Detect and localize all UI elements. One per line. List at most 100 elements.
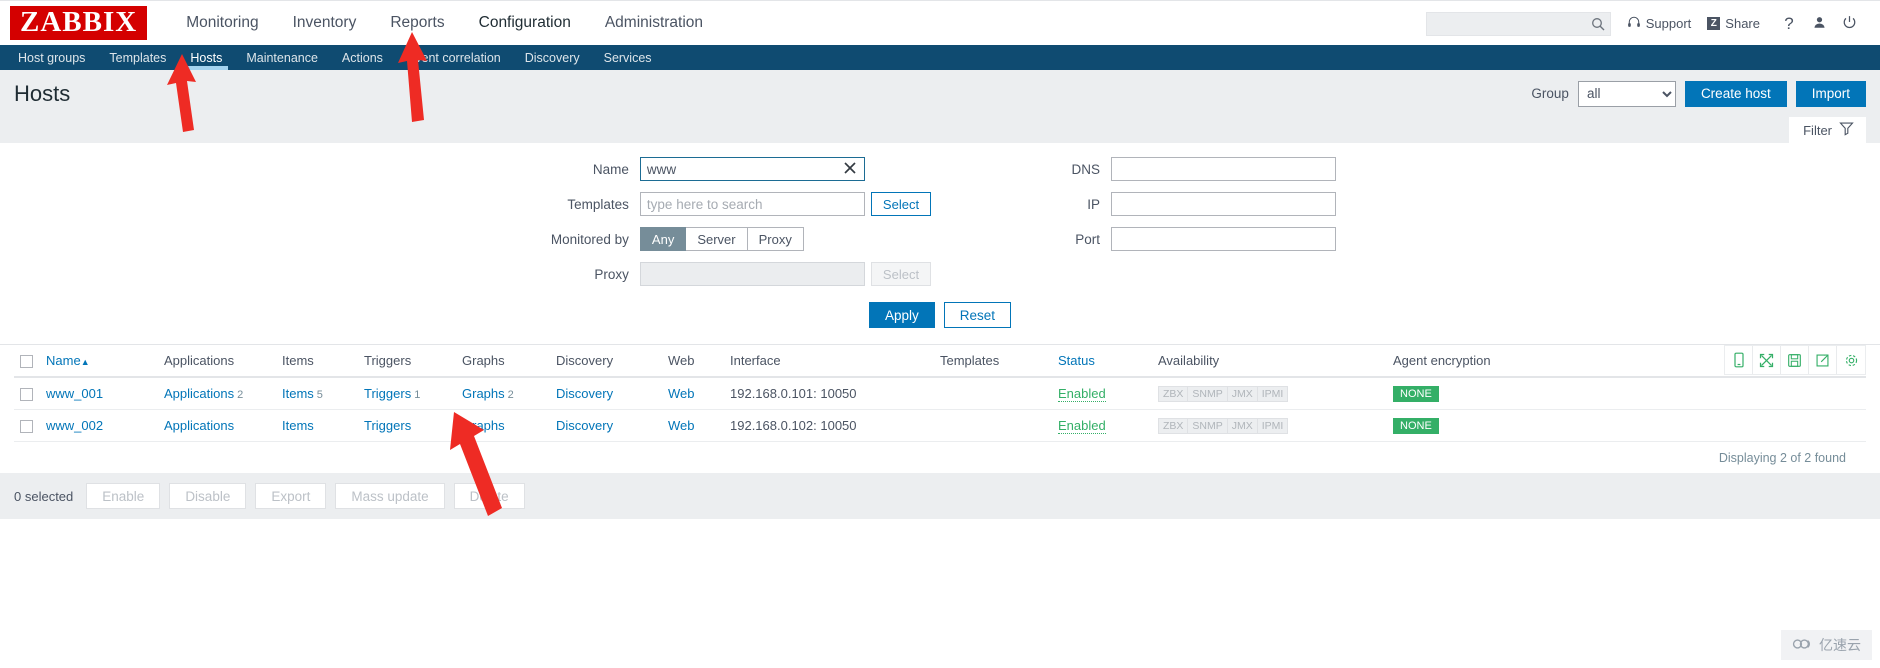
row-status-cell: Enabled xyxy=(1052,377,1152,411)
sub-navigation: Host groups Templates Hosts Maintenance … xyxy=(0,45,1880,70)
filter-port-input[interactable] xyxy=(1111,227,1337,251)
graphs-link[interactable]: Graphs xyxy=(462,418,505,433)
row-discovery-cell: Discovery xyxy=(550,409,662,443)
main-nav-administration[interactable]: Administration xyxy=(588,10,720,36)
subnav-discovery[interactable]: Discovery xyxy=(513,45,592,70)
filter-name-input[interactable] xyxy=(639,157,865,181)
search-icon xyxy=(1591,17,1605,31)
row-web-cell: Web xyxy=(662,377,724,411)
encryption-badge: NONE xyxy=(1393,386,1439,403)
filter-dns-input[interactable] xyxy=(1111,157,1337,181)
monitored-by-any[interactable]: Any xyxy=(639,227,687,251)
fullscreen-icon-button[interactable] xyxy=(1753,346,1781,374)
import-button[interactable]: Import xyxy=(1795,80,1866,107)
web-link[interactable]: Web xyxy=(668,418,695,433)
share-link[interactable]: Z Share xyxy=(1707,16,1760,31)
enable-button[interactable]: Enable xyxy=(86,483,161,510)
templates-select-button[interactable]: Select xyxy=(870,192,932,216)
triggers-link[interactable]: Triggers xyxy=(364,418,411,433)
subnav-templates[interactable]: Templates xyxy=(97,45,178,70)
subnav-event-correlation[interactable]: Event correlation xyxy=(395,45,513,70)
clear-name-icon[interactable] xyxy=(842,160,858,176)
create-host-button[interactable]: Create host xyxy=(1684,80,1787,107)
row-checkbox[interactable] xyxy=(20,420,33,434)
mass-update-button[interactable]: Mass update xyxy=(335,483,445,510)
items-link[interactable]: Items xyxy=(282,418,314,433)
disable-button[interactable]: Disable xyxy=(169,483,247,510)
badge-snmp: SNMP xyxy=(1187,417,1228,434)
global-search[interactable] xyxy=(1425,11,1611,36)
triggers-link[interactable]: Triggers xyxy=(364,386,411,401)
row-applications-cell: Applications xyxy=(158,409,276,443)
applications-link[interactable]: Applications xyxy=(164,418,234,433)
displaying-count: Displaying 2 of 2 found xyxy=(1718,451,1846,466)
help-button[interactable]: ? xyxy=(1776,11,1802,37)
apply-button[interactable]: Apply xyxy=(868,302,935,328)
hosts-table-head: Name▲ Applications Items Triggers Graphs… xyxy=(14,345,1866,379)
group-filter-select[interactable]: all xyxy=(1577,80,1676,107)
filter-monitored-by-label: Monitored by xyxy=(550,231,629,247)
gear-icon-button[interactable] xyxy=(1837,346,1865,374)
status-link[interactable]: Enabled xyxy=(1058,386,1106,403)
subnav-maintenance[interactable]: Maintenance xyxy=(234,45,330,70)
kiosk-icon-button[interactable] xyxy=(1725,346,1753,374)
top-header: ZABBIX Monitoring Inventory Reports Conf… xyxy=(0,0,1880,45)
host-name-link[interactable]: www_002 xyxy=(46,418,103,433)
filter-row-dns: DNS xyxy=(1001,157,1337,181)
host-name-link[interactable]: www_001 xyxy=(46,386,103,401)
graphs-link[interactable]: Graphs xyxy=(462,386,505,401)
items-count: 5 xyxy=(316,389,323,402)
subnav-services[interactable]: Services xyxy=(592,45,664,70)
row-graphs-cell: Graphs 2 xyxy=(456,377,550,411)
filter-ip-label: IP xyxy=(1087,196,1101,212)
signout-button[interactable] xyxy=(1836,11,1862,37)
search-input[interactable] xyxy=(1426,12,1610,35)
main-nav-inventory[interactable]: Inventory xyxy=(276,10,374,36)
filter-dns-label: DNS xyxy=(1071,161,1101,177)
user-profile-button[interactable] xyxy=(1806,11,1832,37)
save-icon xyxy=(1788,353,1801,367)
select-all-checkbox[interactable] xyxy=(20,355,33,369)
status-link[interactable]: Enabled xyxy=(1058,418,1106,435)
triggers-count: 1 xyxy=(414,389,421,402)
items-link[interactable]: Items xyxy=(282,386,314,401)
monitored-by-proxy[interactable]: Proxy xyxy=(747,227,804,251)
col-name-sort-link[interactable]: Name▲ xyxy=(46,353,90,368)
kiosk-icon xyxy=(1733,352,1744,368)
filter-funnel-icon xyxy=(1839,121,1854,139)
discovery-link[interactable]: Discovery xyxy=(556,386,613,401)
row-applications-cell: Applications 2 xyxy=(158,377,276,411)
export-button[interactable]: Export xyxy=(255,483,327,510)
row-templates-cell xyxy=(934,409,1052,443)
reset-button[interactable]: Reset xyxy=(943,302,1012,328)
zabbix-logo[interactable]: ZABBIX xyxy=(10,5,148,41)
col-templates: Templates xyxy=(934,345,1052,379)
row-checkbox[interactable] xyxy=(20,388,33,402)
subnav-hosts[interactable]: Hosts xyxy=(178,45,234,70)
availability-badges: ZBX SNMP JMX IPMI xyxy=(1158,417,1381,434)
badge-zbx: ZBX xyxy=(1158,417,1189,434)
save-icon-button[interactable] xyxy=(1781,346,1809,374)
main-nav-reports[interactable]: Reports xyxy=(373,10,461,36)
col-status-sort-link[interactable]: Status xyxy=(1058,353,1095,368)
support-link[interactable]: Support xyxy=(1627,15,1691,32)
row-interface-cell: 192.168.0.102: 10050 xyxy=(724,409,934,443)
table-row: www_002 Applications Items Triggers Grap… xyxy=(14,409,1866,443)
delete-button[interactable]: Delete xyxy=(453,483,525,510)
web-link[interactable]: Web xyxy=(668,386,695,401)
subnav-host-groups[interactable]: Host groups xyxy=(6,45,97,70)
export-icon-button[interactable] xyxy=(1809,346,1837,374)
monitored-by-server[interactable]: Server xyxy=(686,227,748,251)
filter-ip-input[interactable] xyxy=(1111,192,1337,216)
watermark: 亿速云 xyxy=(1781,630,1872,660)
filter-tab[interactable]: Filter xyxy=(1789,117,1866,143)
discovery-link[interactable]: Discovery xyxy=(556,418,613,433)
main-nav-configuration[interactable]: Configuration xyxy=(462,10,588,36)
applications-link[interactable]: Applications xyxy=(164,386,234,401)
filter-templates-input[interactable] xyxy=(639,192,865,216)
user-icon xyxy=(1812,15,1827,33)
selected-count-label: 0 selected xyxy=(14,488,74,504)
main-nav-monitoring[interactable]: Monitoring xyxy=(169,10,275,36)
subnav-actions[interactable]: Actions xyxy=(330,45,395,70)
badge-jmx: JMX xyxy=(1226,385,1258,402)
